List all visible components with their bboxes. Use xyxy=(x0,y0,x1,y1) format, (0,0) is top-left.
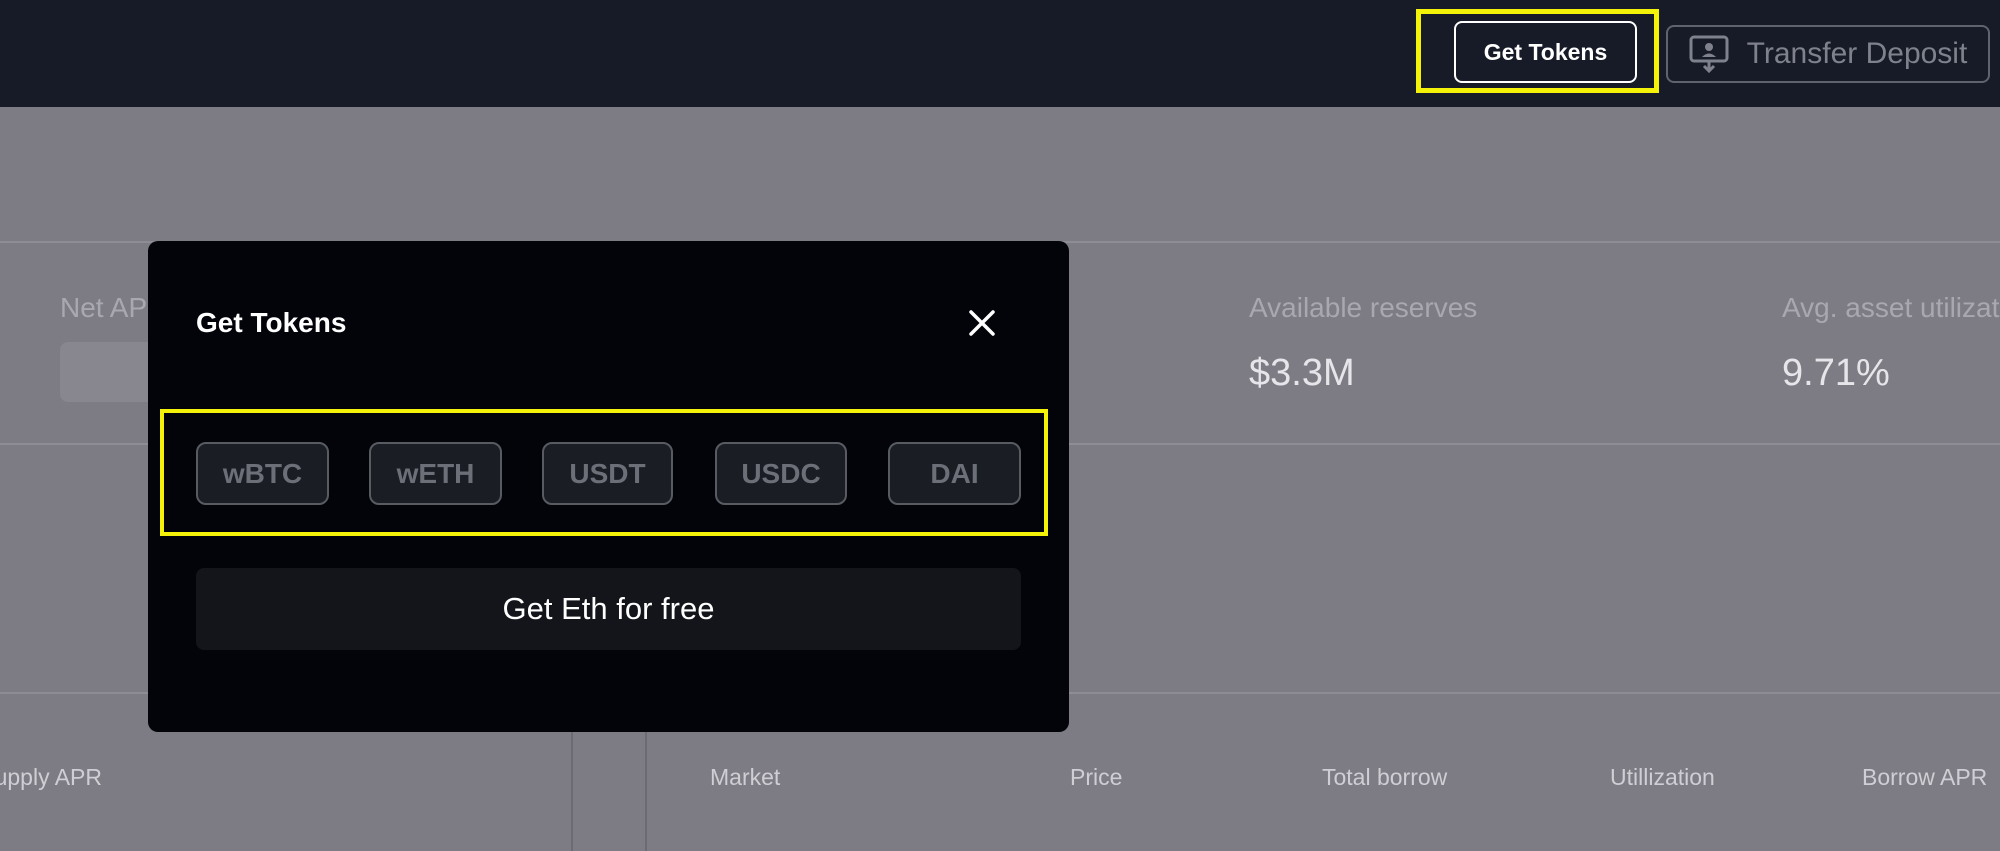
token-button-dai[interactable]: DAI xyxy=(888,442,1021,505)
close-icon[interactable] xyxy=(962,303,1002,343)
top-bar: Get Tokens Transfer Deposit xyxy=(0,0,2000,107)
column-price[interactable]: Price xyxy=(1070,764,1122,791)
get-eth-button[interactable]: Get Eth for free xyxy=(196,568,1021,650)
modal-title: Get Tokens xyxy=(196,307,347,338)
get-tokens-button[interactable]: Get Tokens xyxy=(1454,21,1637,83)
transfer-deposit-button[interactable]: Transfer Deposit xyxy=(1666,25,1990,83)
column-supply-apr[interactable]: Supply APR xyxy=(0,764,102,791)
utilization-label: Avg. asset utilization xyxy=(1782,292,2000,323)
column-borrow-apr[interactable]: Borrow APR xyxy=(1862,764,1987,791)
utilization-value: 9.71% xyxy=(1782,352,1890,394)
token-button-weth[interactable]: wETH xyxy=(369,442,502,505)
token-button-usdt[interactable]: USDT xyxy=(542,442,673,505)
token-button-usdc[interactable]: USDC xyxy=(715,442,847,505)
column-utilization[interactable]: Utillization xyxy=(1610,764,1715,791)
transfer-deposit-label: Transfer Deposit xyxy=(1746,37,1968,70)
column-market[interactable]: Market xyxy=(710,764,780,791)
available-reserves-value: $3.3M xyxy=(1249,352,1355,394)
token-button-wbtc[interactable]: wBTC xyxy=(196,442,329,505)
get-tokens-modal: Get Tokens wBTC wETH USDT USDC DAI Get E… xyxy=(148,241,1069,732)
available-reserves-label: Available reserves xyxy=(1249,292,1478,323)
column-total-borrow[interactable]: Total borrow xyxy=(1322,764,1447,791)
transfer-deposit-icon xyxy=(1689,35,1729,73)
